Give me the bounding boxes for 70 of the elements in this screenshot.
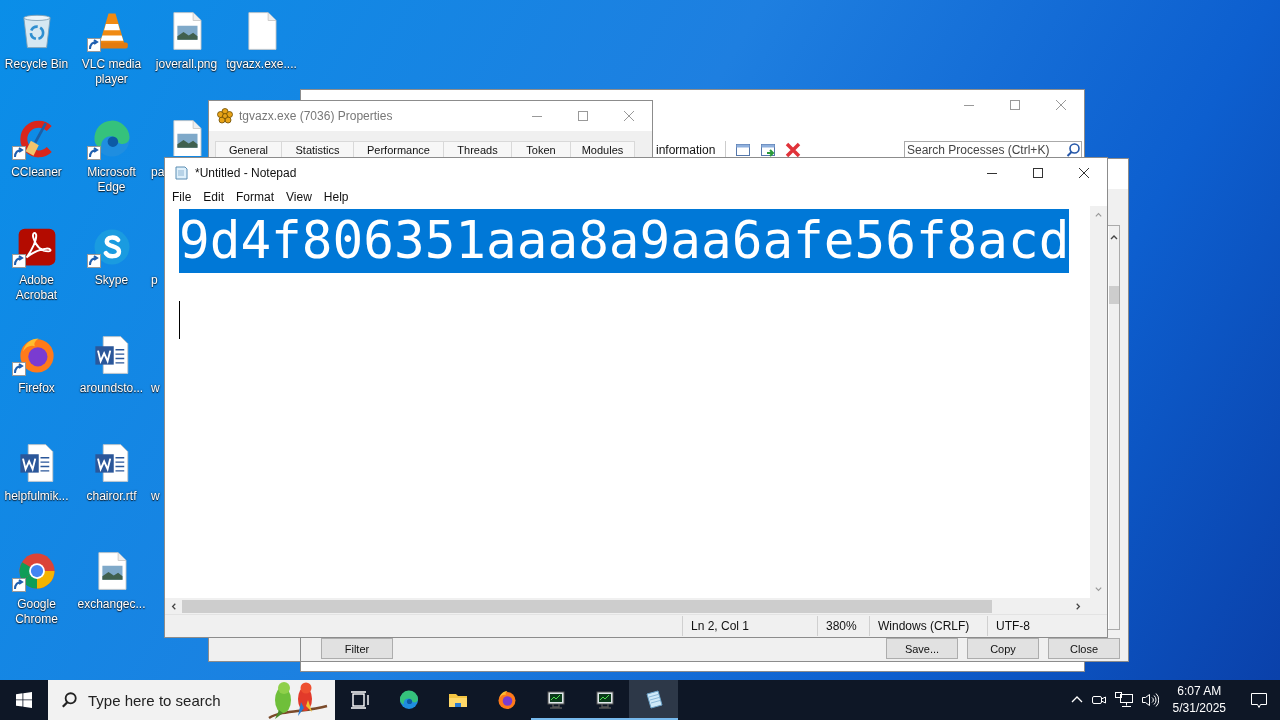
browser-icon[interactable] [398,690,419,710]
shortcut-arrow-icon [11,146,26,160]
icon-label: helpfulmik... [4,489,69,504]
notification-icon[interactable] [1250,691,1268,709]
window-icon[interactable] [735,141,752,158]
shortcut-arrow-icon [11,254,26,268]
clock-time[interactable]: 6:07 AM [1177,683,1222,700]
scrollbar-thumb[interactable] [182,599,992,613]
icon-label: Google Chrome [14,597,59,627]
shortcut-arrow-icon [86,254,101,268]
status-text: 380% [817,616,869,636]
search-field[interactable]: Search Processes (Ctrl+K) [904,140,1082,159]
icon-label: Recycle Bin [4,57,69,72]
selected-text: 9d4f806351aaa8a9aa6afe56f8acd [179,209,1070,273]
icon-label: w [151,489,160,504]
close-icon[interactable] [1079,168,1089,178]
dialog-button[interactable]: Close [1048,638,1120,659]
speaker-icon[interactable] [1140,692,1159,708]
maximize-icon[interactable] [1033,168,1043,178]
icon-label: Skype [94,273,129,288]
menu-item[interactable]: Help [317,190,355,204]
monitor-icon[interactable] [545,690,566,710]
shortcut-arrow-icon [11,362,26,376]
scrollbar-thumb[interactable] [1109,286,1119,304]
icon-label: w [151,381,160,396]
icon-label: CCleaner [11,165,62,180]
search-icon[interactable] [1065,141,1081,158]
notepad-icon [173,165,189,181]
icon-label: Microsoft Edge [86,165,137,195]
task-view-icon[interactable] [349,690,370,710]
window-title: tgvazx.exe (7036) Properties [239,109,393,123]
dialog-button[interactable]: Save... [886,638,958,659]
delete-icon[interactable] [785,141,802,158]
icon-label: Adobe Acrobat [14,273,59,303]
icon-label: pa [151,165,165,180]
scroll-left-icon[interactable] [169,601,178,611]
monitor-icon[interactable] [594,690,615,710]
status-text: Ln 2, Col 1 [682,616,817,636]
window-title: *Untitled - Notepad [195,166,297,180]
icon-label: chairor.rtf [86,489,137,504]
icon-label: joverall.png [155,57,218,72]
dialog-button[interactable]: Filter [321,638,393,659]
shortcut-arrow-icon [86,38,101,52]
icon-label: tgvazx.exe.... [226,57,297,72]
icon-label: VLC media player [80,57,143,87]
dialog-button[interactable]: Copy [967,638,1039,659]
status-text: Windows (CRLF) [869,616,987,636]
menu-item[interactable]: View [280,190,318,204]
search-input[interactable]: Type here to search [88,691,248,709]
menu-item[interactable]: Format [230,190,281,204]
icon-label: exchangec... [77,597,146,612]
icon-label: aroundsto... [79,381,144,396]
scroll-right-icon[interactable] [1074,601,1083,611]
shortcut-arrow-icon [86,146,101,160]
windows-logo-icon[interactable] [16,692,32,708]
search-icon[interactable] [60,691,78,709]
shortcut-arrow-icon [11,578,26,592]
notepad-icon[interactable] [643,690,664,710]
icon-label: p [151,273,158,288]
clock-date[interactable]: 5/31/2025 [1172,700,1226,717]
status-text: UTF-8 [987,616,1107,636]
taskbar-button[interactable] [629,680,678,720]
firefox-icon[interactable] [496,690,517,710]
toolbar-label[interactable]: information [656,142,716,157]
flower-icon [217,108,233,124]
menu-item[interactable]: Edit [197,190,231,204]
search-bar[interactable]: Type here to search [48,680,335,720]
network-icon[interactable] [1114,692,1133,708]
menu-item[interactable]: File [166,190,198,204]
icon-label: Firefox [18,381,55,396]
